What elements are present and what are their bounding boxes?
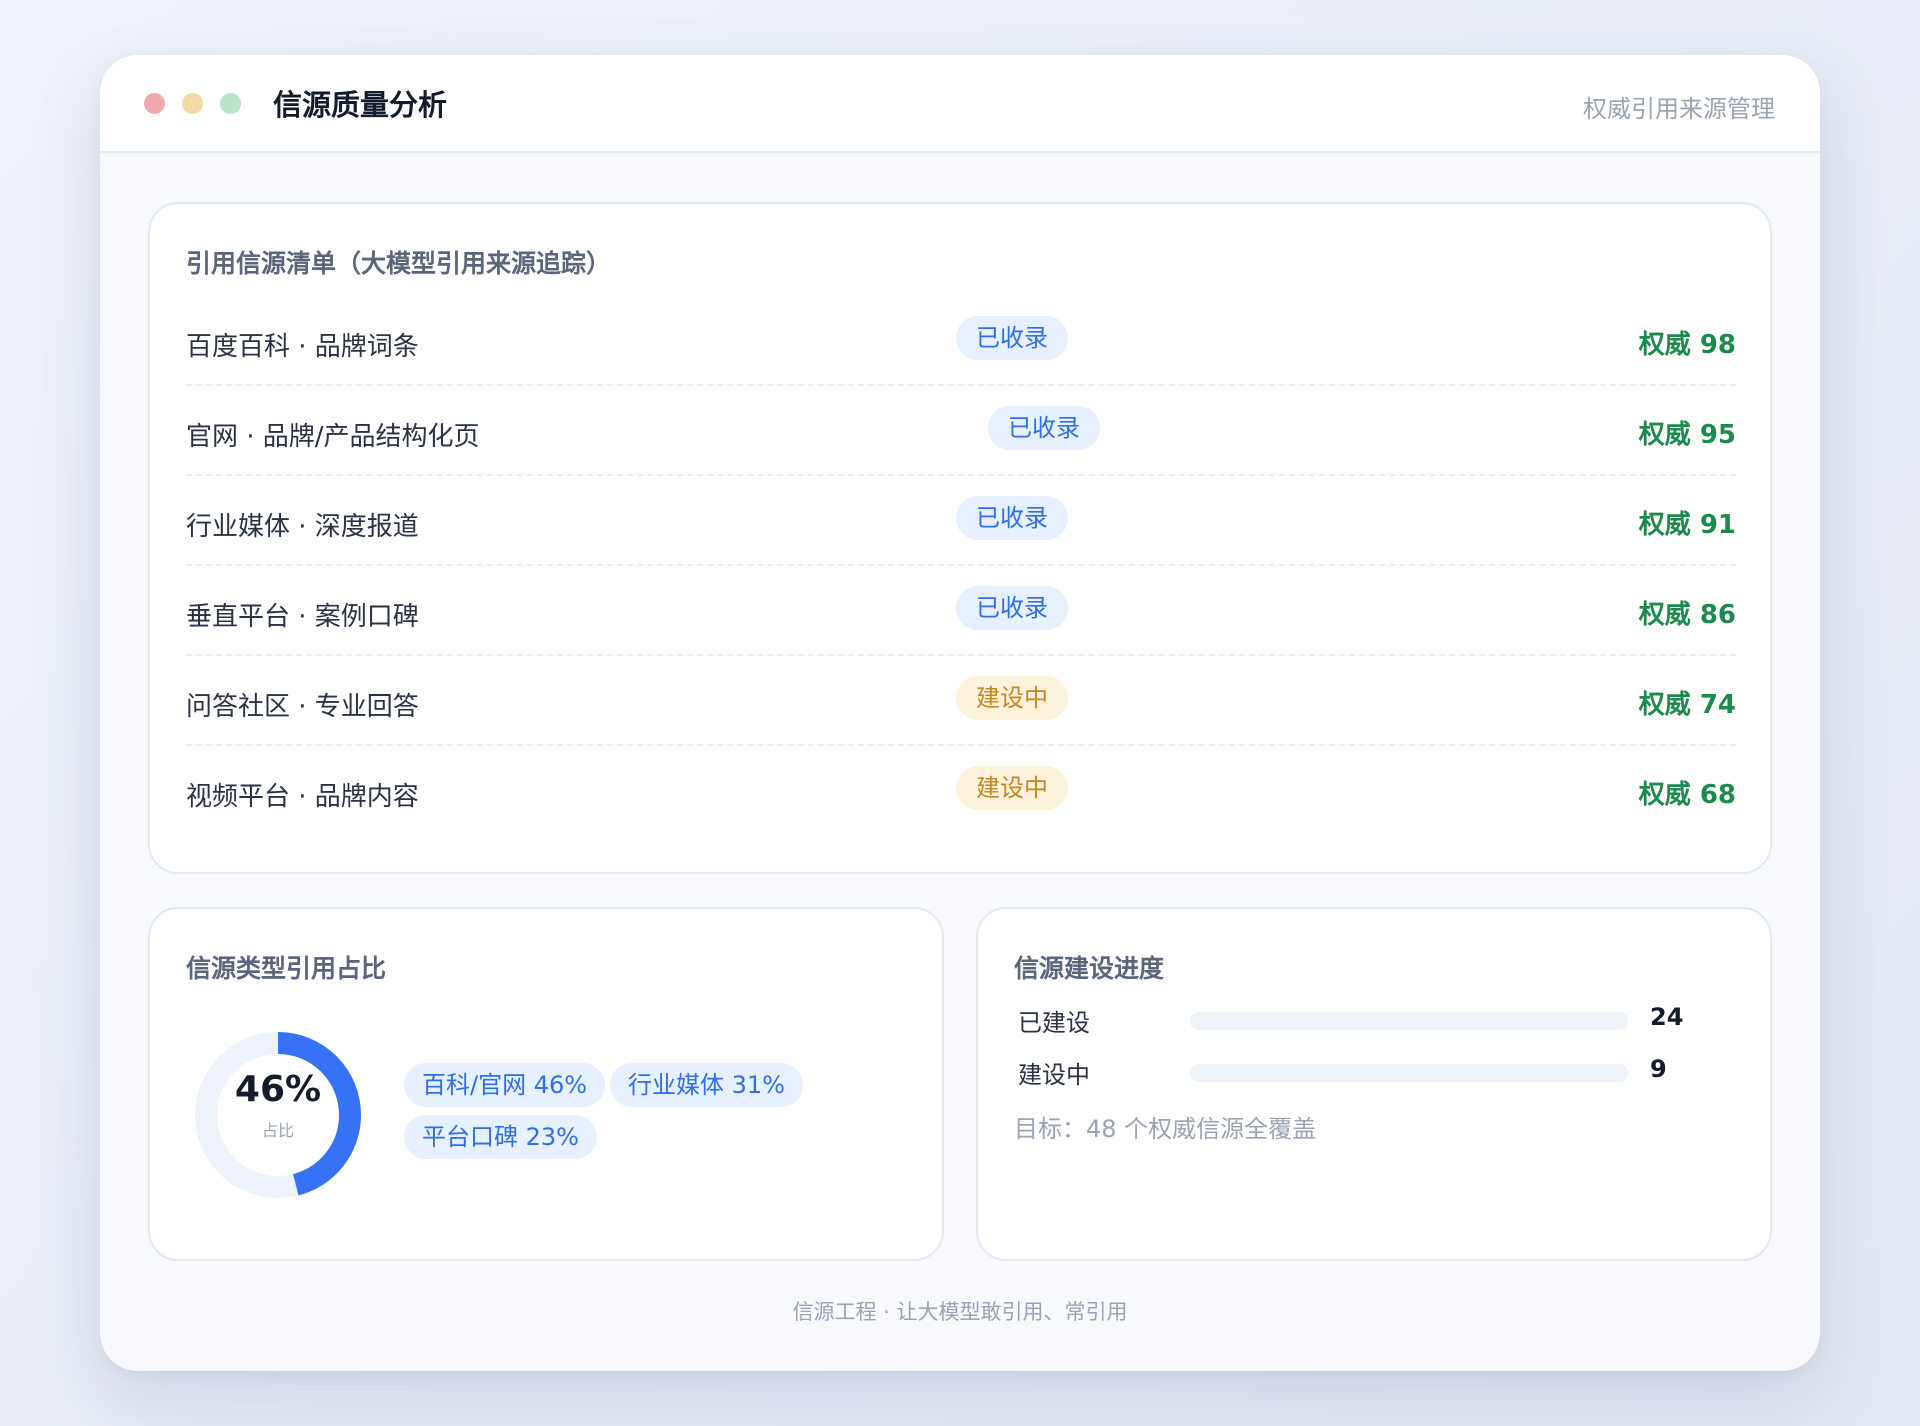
progress-bar [1190,1064,1628,1082]
source-row: 官网 · 品牌/产品结构化页 已收录 权威 95 [186,386,1736,476]
progress-row: 建设中 9 [1014,1051,1734,1091]
status-badge: 建设中 [956,676,1068,720]
ratio-chip: 行业媒体 31% [610,1063,803,1107]
source-type-ratio-card: 信源类型引用占比 46% 占比 百科/官网 46% 行业媒体 31% 平台口碑 … [148,907,944,1261]
status-badge: 已收录 [956,496,1068,540]
source-row: 百度百科 · 品牌词条 已收录 权威 98 [186,296,1736,386]
progress-row: 已建设 24 [1014,999,1734,1039]
ratio-chip: 平台口碑 23% [404,1115,597,1159]
source-row: 问答社区 · 专业回答 建设中 权威 74 [186,656,1736,746]
authority-score: 权威 86 [1638,600,1736,630]
progress-fill [1190,1012,1628,1030]
source-name: 垂直平台 · 案例口碑 [186,602,419,632]
donut-label: 占比 [261,1121,294,1140]
status-badge: 建设中 [956,766,1068,810]
source-list-card: 引用信源清单（大模型引用来源追踪） 百度百科 · 品牌词条 已收录 权威 98 … [148,202,1772,874]
authority-score: 权威 98 [1638,330,1736,360]
source-name: 官网 · 品牌/产品结构化页 [186,422,480,452]
authority-score: 权威 68 [1638,780,1736,810]
progress-fill [1190,1064,1628,1082]
status-badge: 已收录 [956,586,1068,630]
source-name: 百度百科 · 品牌词条 [186,332,419,362]
source-name: 视频平台 · 品牌内容 [186,782,419,812]
donut-value: 46% [234,1069,322,1110]
ratio-title: 信源类型引用占比 [186,954,387,983]
progress-value: 24 [1650,1003,1684,1031]
source-row: 视频平台 · 品牌内容 建设中 权威 68 [186,746,1736,836]
authority-score: 权威 74 [1638,690,1736,720]
progress-label: 已建设 [1018,1009,1090,1037]
progress-bar [1190,1012,1628,1030]
progress-target-note: 目标：48 个权威信源全覆盖 [1014,1115,1317,1143]
authority-score: 权威 91 [1638,510,1736,540]
close-window-button[interactable] [144,92,165,114]
status-badge: 已收录 [956,316,1068,360]
progress-label: 建设中 [1018,1061,1090,1089]
footer-tagline: 信源工程 · 让大模型敢引用、常引用 [792,1300,1128,1324]
ratio-chip: 百科/官网 46% [404,1063,606,1107]
maximize-window-button[interactable] [220,92,241,114]
donut-chart [195,1032,361,1198]
source-row: 垂直平台 · 案例口碑 已收录 权威 86 [186,566,1736,656]
source-row: 行业媒体 · 深度报道 已收录 权威 91 [186,476,1736,566]
title-bar: 信源质量分析 权威引用来源管理 [100,55,1820,153]
authority-score: 权威 95 [1638,420,1736,450]
build-progress-card: 信源建设进度 已建设 24 建设中 9 目标：48 个权威信源全覆盖 [976,907,1772,1261]
source-name: 问答社区 · 专业回答 [186,692,419,722]
window-subtitle: 权威引用来源管理 [1583,95,1775,123]
window-title: 信源质量分析 [273,88,448,122]
minimize-window-button[interactable] [182,92,203,114]
source-name: 行业媒体 · 深度报道 [186,512,419,542]
source-list-title: 引用信源清单（大模型引用来源追踪） [186,249,612,278]
app-window: 信源质量分析 权威引用来源管理 引用信源清单（大模型引用来源追踪） 百度百科 ·… [100,55,1820,1371]
progress-value: 9 [1650,1055,1667,1083]
status-badge: 已收录 [988,406,1100,450]
progress-title: 信源建设进度 [1014,954,1165,983]
